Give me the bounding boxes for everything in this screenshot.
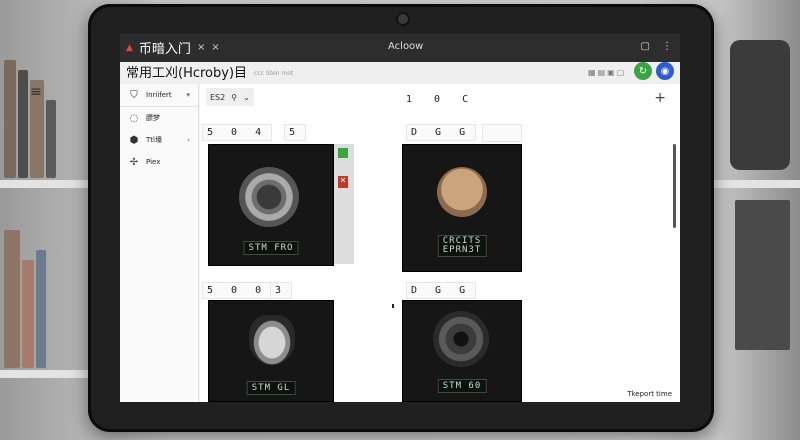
- card-digits: 5 0 0: [202, 282, 273, 299]
- device-card[interactable]: STM GL: [208, 300, 334, 402]
- user-avatar[interactable]: ◉: [656, 62, 674, 80]
- column-header: 1 0 C: [406, 94, 477, 105]
- browser-tab[interactable]: ▲ 币暗入门 × ×: [126, 38, 220, 57]
- status-indicator: [338, 148, 348, 158]
- pin-icon: ⚲: [231, 92, 238, 102]
- card-digits-secondary: 5: [284, 124, 307, 141]
- main-content: ES2 ⚲ ⌄ 1 0 C + 5 0 4 5 STM FRO ✕ D G G: [200, 84, 680, 402]
- header-tools: ▦ ▤ ▣ ▢: [588, 68, 624, 77]
- sidebar-item-label: Piex: [146, 158, 161, 166]
- card-side-panel: ✕: [334, 144, 354, 264]
- tab-title: 币暗入门: [138, 42, 191, 57]
- card-digits: D G G: [406, 124, 477, 141]
- sidebar-item-inriifert[interactable]: ⛉ Inriifert ▾: [120, 84, 198, 107]
- sidebar: ⛉ Inriifert ▾ ◌ 膘梦 ⬢ Ttl壕 › ✢ Piex: [120, 84, 199, 402]
- more-menu-icon[interactable]: ⋮: [662, 41, 672, 52]
- card-readout: STM FRO: [243, 241, 299, 255]
- card-digits: 5 0 4: [202, 124, 273, 141]
- chevron-down-icon: ⌄: [243, 92, 250, 102]
- sidebar-item-label: Inriifert: [146, 91, 172, 99]
- face-image: [437, 167, 487, 217]
- list-view-icon[interactable]: ▤: [598, 68, 606, 77]
- readout-line-2: EPRN3T: [442, 245, 482, 255]
- sidebar-item-label: Ttl壕: [146, 136, 162, 144]
- window-controls: ▢ ⋮: [641, 41, 672, 52]
- page-title: 常用工刈(Hcroby)目: [126, 66, 248, 81]
- divider-mark: [392, 304, 394, 308]
- card-digits-secondary: [482, 124, 522, 142]
- shield-icon: ⛉: [130, 89, 138, 101]
- header-note: ccc Sten mot: [254, 70, 294, 77]
- card-readout: STM 60: [437, 379, 487, 393]
- filter-label: ES2: [210, 92, 226, 102]
- sidebar-item-label: 膘梦: [146, 114, 160, 122]
- app-window: ▲ 币暗入门 × × Acloow ▢ ⋮ 常用工刈(Hcroby)目 ccc …: [120, 34, 680, 402]
- card-readout: STM GL: [246, 381, 296, 395]
- title-bar: ▲ 币暗入门 × × Acloow ▢ ⋮: [120, 34, 680, 62]
- device-card[interactable]: STM FRO: [208, 144, 334, 266]
- card-digits-secondary: 3: [270, 282, 293, 299]
- sidebar-item-box[interactable]: ⬢ Ttl壕 ›: [120, 129, 198, 151]
- filter-dropdown[interactable]: ES2 ⚲ ⌄: [206, 88, 254, 106]
- grid-view-icon[interactable]: ▦: [588, 68, 596, 77]
- sidebar-item-piex[interactable]: ✢ Piex: [120, 151, 198, 173]
- card-digits: D G G: [406, 282, 477, 299]
- sidebar-item-chat[interactable]: ◌ 膘梦: [120, 107, 198, 129]
- tablet-device: ▲ 币暗入门 × × Acloow ▢ ⋮ 常用工刈(Hcroby)目 ccc …: [88, 4, 714, 432]
- device-card[interactable]: CRCITS EPRN3T: [402, 144, 522, 272]
- image-icon[interactable]: ▣: [607, 68, 615, 77]
- tab-close-icon[interactable]: ×: [197, 42, 205, 53]
- hamburger-menu-icon[interactable]: ≡: [30, 84, 42, 100]
- add-icon[interactable]: +: [654, 90, 666, 106]
- frame-icon[interactable]: ▢: [617, 68, 625, 77]
- card-readout: CRCITS EPRN3T: [437, 235, 487, 257]
- camera-icon: [398, 14, 408, 24]
- window-title: Acloow: [388, 41, 424, 52]
- sync-avatar[interactable]: ↻: [634, 62, 652, 80]
- chat-icon: ◌: [129, 112, 139, 124]
- footer-label: Tkeport time: [627, 390, 672, 398]
- warning-icon: ▲: [126, 42, 133, 53]
- tab-close-icon-2[interactable]: ×: [211, 42, 219, 53]
- hat-image: [249, 315, 295, 365]
- device-card[interactable]: STM 60: [402, 300, 522, 402]
- knob-image: [239, 167, 299, 227]
- scrollbar[interactable]: [673, 144, 676, 228]
- close-icon[interactable]: ✕: [338, 176, 348, 188]
- box-icon: ⬢: [129, 134, 139, 146]
- bookmark-icon[interactable]: ▢: [641, 41, 650, 52]
- page-header: 常用工刈(Hcroby)目 ccc Sten mot ▦ ▤ ▣ ▢ ↻ ◉: [120, 62, 680, 84]
- chevron-right-icon: ›: [187, 136, 190, 144]
- sparkle-icon: ✢: [129, 156, 139, 168]
- knob-image: [433, 311, 489, 367]
- chevron-down-icon: ▾: [186, 91, 190, 99]
